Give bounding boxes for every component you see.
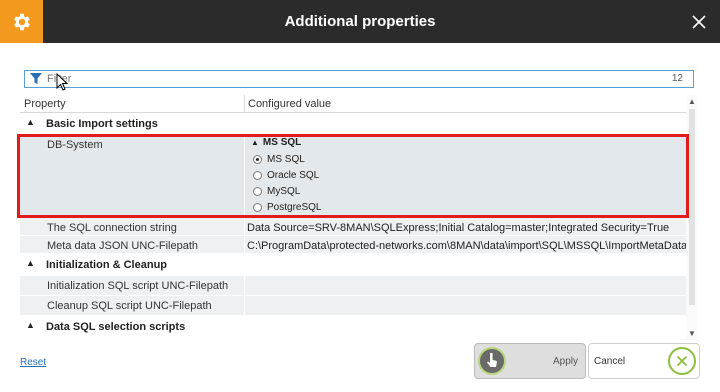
value-divider <box>244 276 245 295</box>
property-name: Initialization SQL script UNC-Filepath <box>47 280 229 292</box>
value-divider <box>244 218 245 235</box>
scroll-up-icon[interactable]: ▲ <box>688 97 696 106</box>
dialog-title: Additional properties <box>284 13 436 30</box>
category-initialization-cleanup[interactable]: ▲ Initialization & Cleanup <box>20 255 686 275</box>
scrollbar-thumb[interactable] <box>689 109 695 305</box>
mouse-cursor-icon <box>56 72 69 94</box>
grid-header: Property Configured value <box>20 95 686 113</box>
property-row-init-script[interactable]: Initialization SQL script UNC-Filepath <box>20 276 686 296</box>
highlight-box <box>17 134 689 218</box>
chevron-up-icon[interactable]: ▲ <box>26 320 35 330</box>
column-header-value[interactable]: Configured value <box>248 98 331 110</box>
category-data-sql-scripts[interactable]: ▲ Data SQL selection scripts <box>20 317 686 337</box>
property-row-connection-string[interactable]: The SQL connection string Data Source=SR… <box>20 218 686 236</box>
value-divider <box>244 296 245 315</box>
cancel-label: Cancel <box>594 356 626 367</box>
value-divider <box>244 236 245 253</box>
column-header-property[interactable]: Property <box>24 98 66 110</box>
scroll-down-icon[interactable]: ▼ <box>688 329 696 338</box>
touch-icon <box>478 347 506 375</box>
chevron-up-icon[interactable]: ▲ <box>26 258 35 268</box>
category-basic-import[interactable]: ▲ Basic Import settings <box>20 114 686 134</box>
property-name: The SQL connection string <box>47 222 177 234</box>
filter-box[interactable]: 12 <box>24 70 694 88</box>
cancel-button[interactable]: Cancel <box>588 343 700 379</box>
filter-icon <box>30 73 42 88</box>
property-value[interactable]: Data Source=SRV-8MAN\SQLExpress;Initial … <box>247 222 669 234</box>
close-button[interactable] <box>677 0 720 43</box>
apply-label: Apply <box>552 356 578 367</box>
category-label: Basic Import settings <box>46 118 158 130</box>
title-bar: Additional properties <box>0 0 720 43</box>
gear-icon[interactable] <box>0 0 43 43</box>
reset-link[interactable]: Reset <box>20 357 46 368</box>
column-divider[interactable] <box>244 95 245 113</box>
property-value[interactable]: C:\ProgramData\protected-networks.com\8M… <box>247 240 686 252</box>
result-count: 12 <box>671 73 683 84</box>
apply-button[interactable]: Apply <box>474 343 586 379</box>
close-circle-icon <box>668 347 696 375</box>
filter-input[interactable] <box>47 72 627 86</box>
property-row-metadata-json[interactable]: Meta data JSON UNC-Filepath C:\ProgramDa… <box>20 236 686 254</box>
category-label: Initialization & Cleanup <box>46 259 168 271</box>
property-name: Cleanup SQL script UNC-Filepath <box>47 300 212 312</box>
chevron-up-icon[interactable]: ▲ <box>26 117 35 127</box>
property-name: Meta data JSON UNC-Filepath <box>47 240 198 252</box>
category-label: Data SQL selection scripts <box>46 321 186 333</box>
close-icon <box>691 14 706 29</box>
property-row-cleanup-script[interactable]: Cleanup SQL script UNC-Filepath <box>20 296 686 316</box>
